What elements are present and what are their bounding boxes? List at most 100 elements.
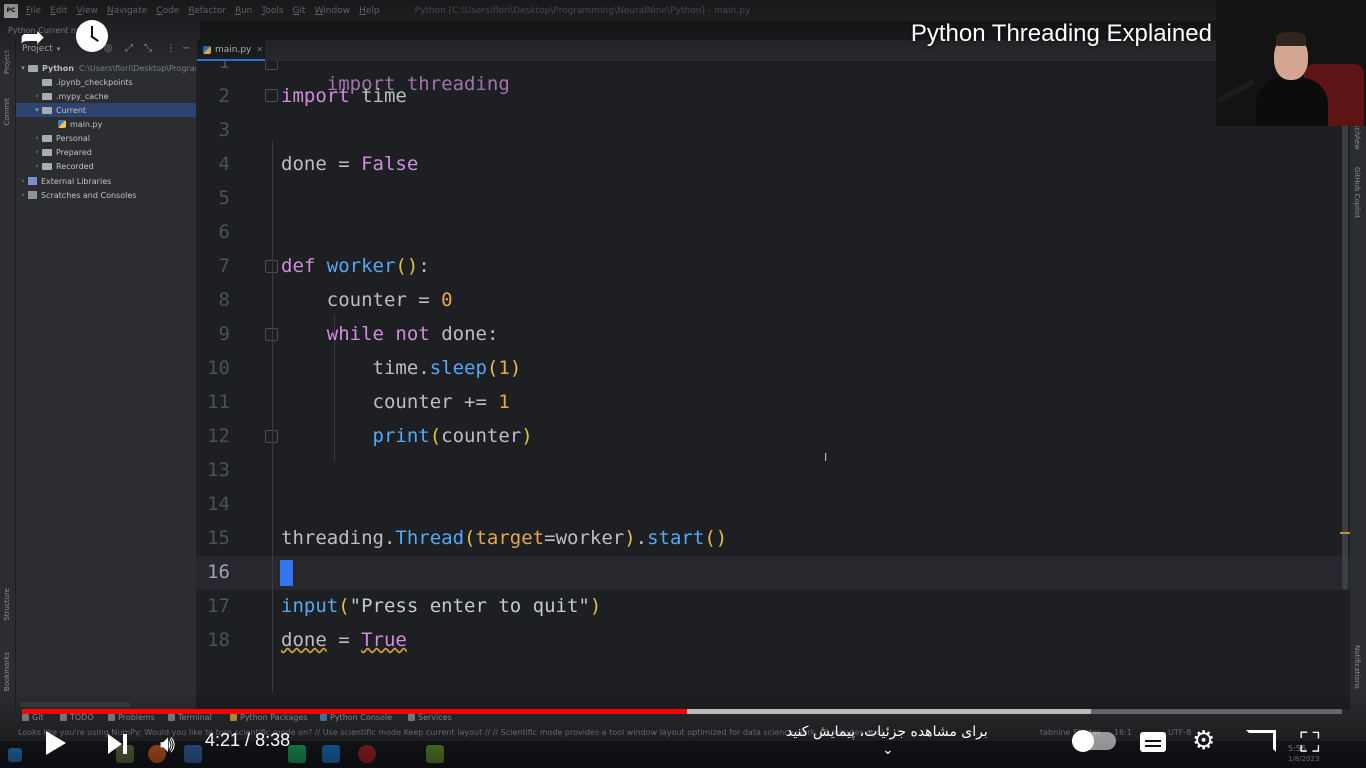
commit-tool-button[interactable]: Commit bbox=[3, 98, 11, 126]
windows-start-icon[interactable] bbox=[8, 748, 22, 762]
menu-code[interactable]: Code bbox=[156, 6, 179, 16]
progress-bar[interactable] bbox=[22, 709, 1342, 714]
chevron-down-icon[interactable]: ▾ bbox=[32, 106, 42, 114]
watch-later-icon[interactable] bbox=[76, 20, 108, 52]
code-line-8[interactable]: counter = 0 bbox=[281, 289, 453, 311]
tab-label: main.py bbox=[215, 44, 252, 55]
services-tool-button[interactable]: Services bbox=[408, 713, 452, 722]
code-line-4[interactable]: done = False bbox=[281, 153, 418, 175]
status-message[interactable]: Looks like you're using NumPy: Would you… bbox=[18, 728, 884, 737]
tree-item-mypy[interactable]: › .mypy_cache bbox=[32, 89, 109, 103]
close-icon[interactable]: ✕ bbox=[256, 45, 263, 54]
expand-all-icon[interactable]: ⤢ bbox=[125, 43, 133, 54]
code-editor[interactable]: 1 2 3 4 5 6 7 8 9 10 11 12 13 14 15 16 1… bbox=[196, 61, 1350, 693]
menu-edit[interactable]: Edit bbox=[50, 6, 67, 16]
chevron-right-icon[interactable]: › bbox=[18, 177, 28, 185]
menu-navigate[interactable]: Navigate bbox=[107, 6, 147, 16]
tree-item-personal[interactable]: › Personal bbox=[32, 131, 90, 145]
tree-item-root[interactable]: ▾ Python C:\Users\flori\Desktop\Programm bbox=[18, 61, 210, 75]
time-display[interactable]: 4:21 / 8:38 bbox=[205, 730, 290, 751]
structure-tool-button[interactable]: Structure bbox=[3, 588, 11, 621]
chevron-down-icon[interactable]: ⌄ bbox=[882, 742, 894, 758]
code-line-2[interactable]: import time bbox=[281, 85, 407, 107]
editor-scrollbar[interactable] bbox=[1342, 120, 1348, 590]
gear-icon[interactable]: ⚙ bbox=[1192, 726, 1215, 756]
menu-help[interactable]: Help bbox=[359, 6, 380, 16]
menu-refactor[interactable]: Refactor bbox=[188, 6, 226, 16]
chevron-down-icon[interactable]: ▾ bbox=[18, 64, 28, 72]
play-icon[interactable] bbox=[46, 731, 66, 755]
project-tool-button[interactable]: Project bbox=[3, 50, 11, 74]
bookmarks-tool-button[interactable]: Bookmarks bbox=[3, 652, 11, 691]
tab-main-py[interactable]: main.py ✕ bbox=[197, 40, 265, 61]
options-icon[interactable]: ⋮ bbox=[166, 43, 176, 54]
tree-item-ipynb[interactable]: .ipynb_checkpoints bbox=[42, 75, 133, 89]
tree-item-main-py[interactable]: main.py bbox=[58, 117, 102, 131]
pycharm-icon[interactable] bbox=[288, 745, 306, 763]
chevron-right-icon[interactable]: › bbox=[18, 191, 28, 199]
chevron-right-icon[interactable]: › bbox=[32, 134, 42, 142]
share-icon[interactable]: ➦ bbox=[20, 20, 54, 55]
tree-item-recorded[interactable]: › Recorded bbox=[32, 159, 94, 173]
fold-marker-icon[interactable] bbox=[265, 61, 278, 70]
packages-tool-button[interactable]: Python Packages bbox=[230, 713, 308, 722]
menu-window[interactable]: Window bbox=[315, 6, 351, 16]
next-icon[interactable] bbox=[108, 732, 130, 756]
todo-tool-button[interactable]: TODO bbox=[60, 713, 94, 722]
autoplay-toggle[interactable] bbox=[1072, 730, 1116, 752]
code-token: ) bbox=[521, 425, 533, 447]
problems-tool-button[interactable]: Problems bbox=[108, 713, 155, 722]
horizontal-scrollbar[interactable] bbox=[20, 702, 130, 707]
sciview-tool-button[interactable]: SciView bbox=[1353, 123, 1361, 150]
copilot-tool-button[interactable]: GitHub Copilot bbox=[1353, 167, 1361, 218]
menu-tools[interactable]: Tools bbox=[261, 6, 283, 16]
code-token: print bbox=[372, 425, 430, 447]
code-line-15[interactable]: threading.Thread(target=worker).start() bbox=[281, 527, 727, 549]
menu-git[interactable]: Git bbox=[293, 6, 306, 16]
terminal-tool-button[interactable]: Terminal bbox=[168, 713, 212, 722]
app-icon[interactable] bbox=[184, 745, 202, 763]
notifications-tool-button[interactable]: Notifications bbox=[1353, 645, 1361, 689]
menu-run[interactable]: Run bbox=[235, 6, 252, 16]
git-tool-button[interactable]: Git bbox=[22, 713, 44, 722]
chevron-right-icon[interactable]: › bbox=[32, 162, 42, 170]
caret-position[interactable]: 16:1 bbox=[1114, 728, 1132, 737]
code-line-12[interactable]: print(counter) bbox=[281, 425, 533, 447]
tree-item-prepared[interactable]: › Prepared bbox=[32, 145, 92, 159]
code-line-7[interactable]: def worker(): bbox=[281, 255, 430, 277]
tree-item-scratches[interactable]: › Scratches and Consoles bbox=[18, 188, 137, 202]
code-token: 0 bbox=[441, 289, 453, 311]
library-icon bbox=[28, 177, 37, 185]
exit-fullscreen-icon[interactable]: ⛶ bbox=[1300, 726, 1320, 760]
code-line-17[interactable]: input("Press enter to quit") bbox=[281, 595, 601, 617]
vscode-icon[interactable] bbox=[322, 745, 340, 763]
folder-icon bbox=[42, 148, 52, 156]
tree-item-external-libraries[interactable]: › External Libraries bbox=[18, 174, 112, 188]
folder-icon bbox=[28, 64, 38, 72]
problems-label: Problems bbox=[118, 713, 155, 722]
code-line-18[interactable]: done = True bbox=[281, 629, 407, 651]
code-line-11[interactable]: counter += 1 bbox=[281, 391, 510, 413]
code-token: = bbox=[326, 629, 362, 651]
fold-marker-icon[interactable] bbox=[265, 89, 278, 102]
chapter-title[interactable]: برای مشاهده جزئیات، پیمایش کنید bbox=[786, 724, 988, 740]
code-line-10[interactable]: time.sleep(1) bbox=[281, 357, 522, 379]
tree-item-current[interactable]: ▾ Current bbox=[16, 103, 196, 117]
hide-icon[interactable]: − bbox=[182, 43, 190, 54]
volume-icon[interactable]: 🔊︎ bbox=[160, 730, 175, 758]
code-line-9[interactable]: while not done: bbox=[281, 323, 499, 345]
chevron-right-icon[interactable]: › bbox=[32, 148, 42, 156]
menu-file[interactable]: File bbox=[26, 6, 41, 16]
file-encoding[interactable]: UTF-8 bbox=[1168, 728, 1191, 737]
cast-icon[interactable] bbox=[1246, 730, 1276, 752]
console-tool-button[interactable]: Python Console bbox=[320, 713, 392, 722]
obs-icon[interactable] bbox=[358, 745, 376, 763]
video-title[interactable]: Python Threading Explained in 8 Minutes bbox=[911, 20, 1348, 48]
code-token: () bbox=[704, 527, 728, 549]
menu-view[interactable]: View bbox=[77, 6, 98, 16]
collapse-all-icon[interactable]: ⤡ bbox=[144, 43, 152, 54]
subtitles-icon[interactable] bbox=[1140, 732, 1166, 752]
warning-marker[interactable] bbox=[1340, 532, 1350, 534]
chevron-right-icon[interactable]: › bbox=[32, 92, 42, 100]
notepad-icon[interactable] bbox=[426, 745, 444, 763]
